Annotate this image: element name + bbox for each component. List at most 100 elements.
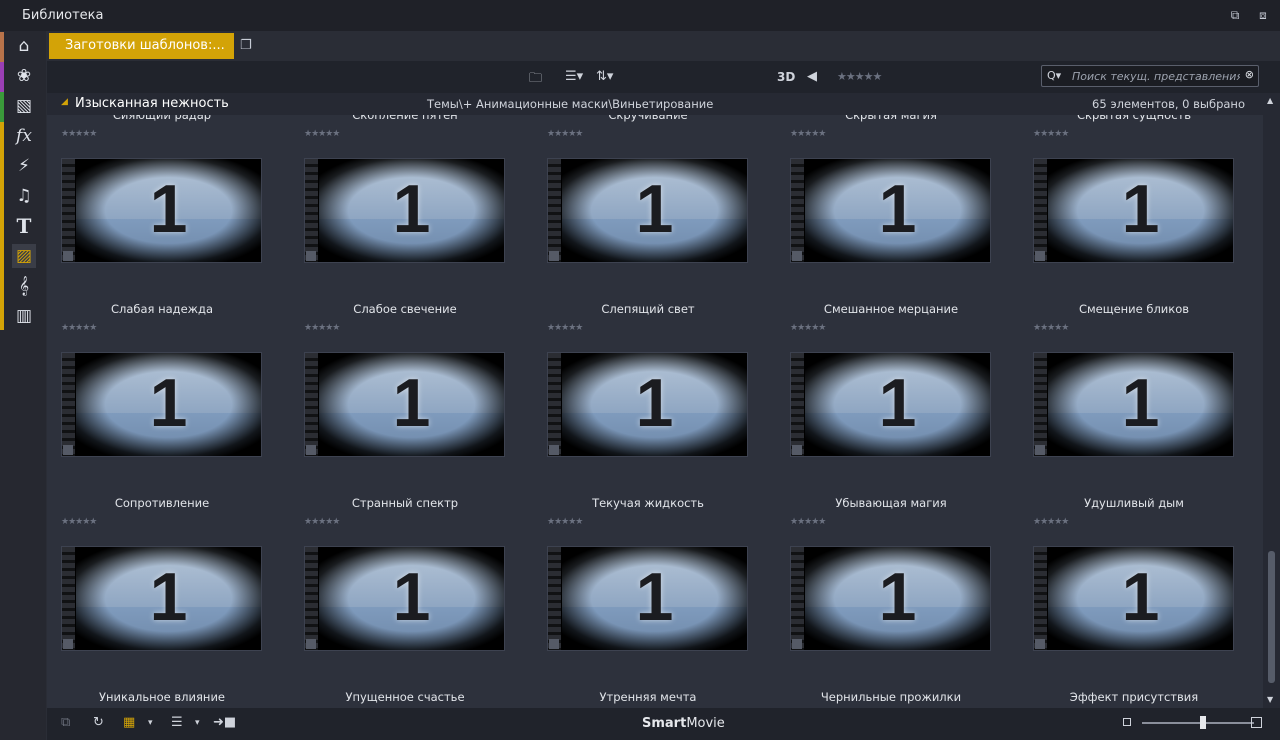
tab-montage-templates[interactable]: Заготовки шаблонов:...: [49, 33, 234, 59]
rating-stars[interactable]: ★★★★★: [790, 129, 826, 139]
folder-icon[interactable]: 🗀: [529, 69, 542, 91]
thumbnail-badge-icon: [306, 445, 316, 455]
thumbnail-image: 1: [76, 547, 261, 650]
fx-icon[interactable]: fx: [12, 124, 36, 148]
search-input[interactable]: [1072, 68, 1240, 84]
window-title: Библиотека: [22, 8, 104, 23]
film-strip: [62, 159, 76, 262]
tag-icon[interactable]: ◀: [807, 69, 817, 84]
rating-stars[interactable]: ★★★★★: [61, 129, 97, 139]
thumbnail-image: 1: [1048, 353, 1233, 456]
smartmovie-button[interactable]: SmartMovie: [642, 716, 725, 731]
rating-stars[interactable]: ★★★★★: [304, 323, 340, 333]
template-title: Слабое свечение: [353, 302, 457, 316]
category-strip: [0, 122, 4, 330]
template-title: Скручивание: [608, 115, 688, 122]
small-thumbnail-icon[interactable]: [1123, 718, 1131, 726]
film-strip: [305, 547, 319, 650]
list-view-dropdown-icon[interactable]: ▾: [195, 718, 200, 728]
collapse-caret-icon[interactable]: ◢: [61, 97, 68, 107]
slider-knob[interactable]: [1200, 716, 1206, 729]
rating-filter[interactable]: ★★★★★: [837, 70, 882, 83]
template-thumbnail[interactable]: 1: [1033, 158, 1234, 263]
rating-stars[interactable]: ★★★★★: [304, 129, 340, 139]
template-thumbnail[interactable]: 1: [547, 158, 748, 263]
rating-stars[interactable]: ★★★★★: [61, 323, 97, 333]
thumbnail-image: 1: [1048, 159, 1233, 262]
countdown-number: 1: [878, 171, 917, 247]
template-title: Слабая надежда: [110, 302, 214, 316]
scroll-down-icon[interactable]: ▼: [1267, 695, 1273, 704]
thumbnail-image: 1: [319, 547, 504, 650]
clear-search-icon[interactable]: ⊗: [1245, 68, 1254, 81]
list-view-icon[interactable]: ☰: [171, 715, 183, 730]
thumbnail-badge-icon: [1035, 639, 1045, 649]
flash-icon[interactable]: ⚡: [12, 154, 36, 178]
template-title: Слепящий свет: [601, 302, 695, 316]
template-thumbnail[interactable]: 1: [790, 352, 991, 457]
sync-icon[interactable]: ↻: [93, 715, 104, 730]
search-icon[interactable]: Q▾: [1047, 69, 1061, 82]
template-thumbnail[interactable]: 1: [304, 158, 505, 263]
3d-filter-button[interactable]: 3D: [777, 70, 795, 84]
template-title: Утренняя мечта: [599, 690, 697, 704]
rating-stars[interactable]: ★★★★★: [547, 323, 583, 333]
project-bin-icon[interactable]: ⌂: [12, 34, 36, 58]
countdown-number: 1: [1121, 171, 1160, 247]
film-strip: [791, 547, 805, 650]
template-thumbnail[interactable]: 1: [61, 546, 262, 651]
copy-icon[interactable]: ⧉: [61, 715, 70, 730]
scroll-up-icon[interactable]: ▲: [1267, 96, 1273, 105]
rating-stars[interactable]: ★★★★★: [790, 517, 826, 527]
template-thumbnail[interactable]: 1: [790, 546, 991, 651]
countdown-number: 1: [392, 365, 431, 441]
rating-stars[interactable]: ★★★★★: [61, 517, 97, 527]
rating-stars[interactable]: ★★★★★: [1033, 517, 1069, 527]
template-thumbnail[interactable]: 1: [304, 352, 505, 457]
template-thumbnail[interactable]: 1: [304, 546, 505, 651]
title-text-icon[interactable]: T: [12, 214, 36, 238]
piano-icon[interactable]: ▥: [12, 304, 36, 328]
film-strip: [548, 353, 562, 456]
montage-templates-icon[interactable]: ▨: [12, 244, 36, 268]
template-thumbnail[interactable]: 1: [61, 352, 262, 457]
template-title: Странный спектр: [351, 496, 459, 510]
template-thumbnail[interactable]: 1: [547, 546, 748, 651]
rating-stars[interactable]: ★★★★★: [1033, 129, 1069, 139]
thumbnail-badge-icon: [792, 251, 802, 261]
film-reel-icon[interactable]: ❀: [12, 64, 36, 88]
rating-stars[interactable]: ★★★★★: [1033, 323, 1069, 333]
rating-stars[interactable]: ★★★★★: [790, 323, 826, 333]
scrollbar-thumb[interactable]: [1268, 551, 1275, 683]
template-thumbnail[interactable]: 1: [547, 352, 748, 457]
template-thumbnail[interactable]: 1: [790, 158, 991, 263]
music-note-icon[interactable]: ♫: [12, 184, 36, 208]
thumbnail-image: 1: [562, 353, 747, 456]
detach-window-icon[interactable]: ⧈: [1256, 8, 1270, 22]
scorefitter-icon[interactable]: 𝄞: [12, 274, 36, 298]
large-thumbnail-icon[interactable]: [1251, 717, 1262, 728]
library-main-panel: Заготовки шаблонов:... ❐ 🗀 ☰▾ ⇅▾ 3D ◀ ★★…: [47, 31, 1280, 740]
rating-stars[interactable]: ★★★★★: [304, 517, 340, 527]
vertical-scrollbar[interactable]: ▲ ▼: [1263, 93, 1280, 708]
thumbnail-image: 1: [562, 159, 747, 262]
rating-stars[interactable]: ★★★★★: [547, 129, 583, 139]
add-tab-icon[interactable]: ❐: [240, 38, 252, 53]
transitions-icon[interactable]: ▧: [12, 94, 36, 118]
breadcrumb: Темы\+ Анимационные маски\Виньетирование: [427, 97, 714, 111]
grid-view-icon[interactable]: ▦: [123, 715, 135, 730]
tab-row: Заготовки шаблонов:... ❐: [47, 31, 1280, 61]
template-thumbnail[interactable]: 1: [1033, 546, 1234, 651]
template-thumbnail[interactable]: 1: [1033, 352, 1234, 457]
sort-icon[interactable]: ⇅▾: [596, 69, 613, 84]
search-box: Q▾ ⊗: [1041, 65, 1259, 87]
template-thumbnail[interactable]: 1: [61, 158, 262, 263]
send-to-timeline-icon[interactable]: ➜■: [213, 715, 236, 730]
restore-window-icon[interactable]: ⧉: [1228, 8, 1242, 22]
list-filter-icon[interactable]: ☰▾: [565, 69, 583, 84]
template-title: Скрытая сущность: [1077, 115, 1191, 122]
film-strip: [791, 353, 805, 456]
grid-view-dropdown-icon[interactable]: ▾: [148, 718, 153, 728]
thumbnail-size-slider[interactable]: [1142, 716, 1254, 729]
rating-stars[interactable]: ★★★★★: [547, 517, 583, 527]
